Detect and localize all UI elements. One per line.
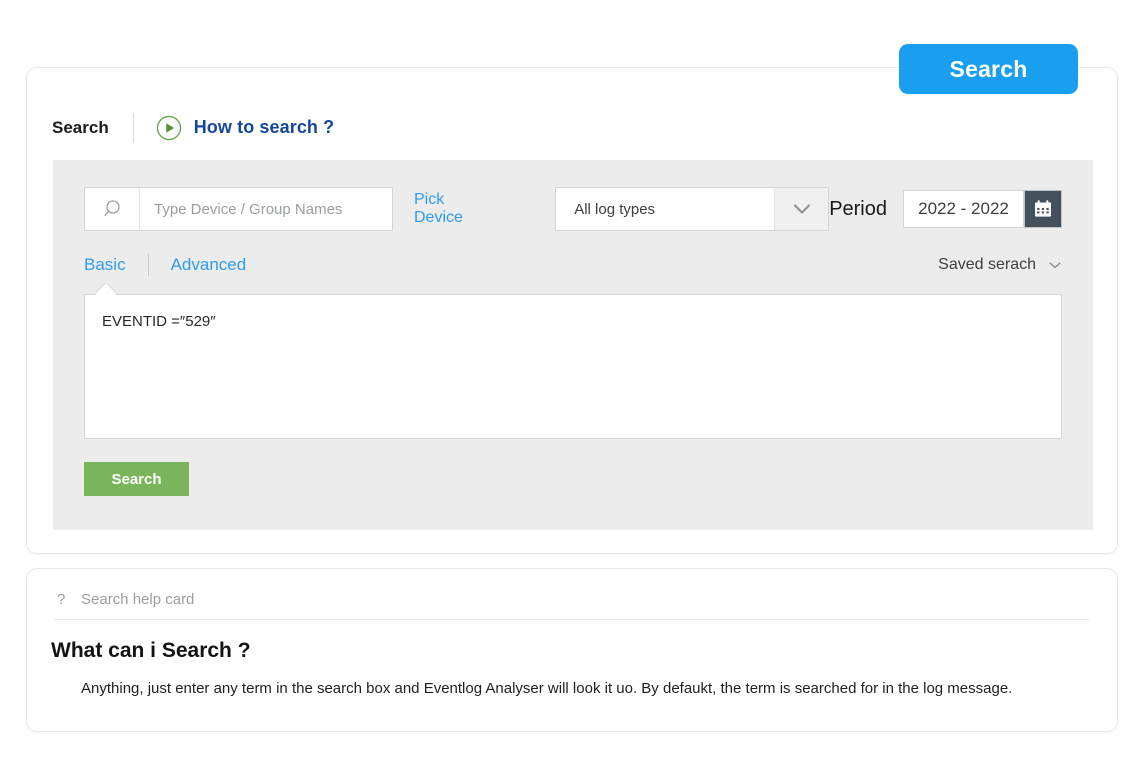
tab-pointer-notch [96,283,120,295]
pick-device-link[interactable]: Pick Device [414,191,470,227]
floating-search-button[interactable]: Search [899,44,1078,94]
help-card-body: Anything, just enter any term in the sea… [81,680,1117,697]
log-type-selected-value: All log types [556,188,774,230]
search-mode-tabs: Basic Advanced Saved serach [53,242,1093,287]
magnifier-icon [85,188,140,230]
how-to-search-label: How to search ? [194,117,335,138]
submit-search-button-label: Search [111,471,161,488]
search-card: Search How to search ? [26,67,1118,554]
period-selector: Period 2022 - 2022 [829,190,1062,228]
tab-advanced[interactable]: Advanced [171,255,247,275]
saved-search-dropdown[interactable]: Saved serach [938,256,1062,274]
query-area-wrapper: EVENTID =″529″ [84,294,1062,439]
device-search-box[interactable] [84,187,393,231]
page-title: Search [52,118,109,138]
floating-search-button-label: Search [950,56,1028,83]
help-card-title: What can i Search ? [51,639,1117,663]
period-label: Period [829,198,887,221]
submit-search-button[interactable]: Search [84,462,189,496]
chevron-down-icon [1048,260,1062,270]
help-card-divider [54,619,1089,620]
period-value[interactable]: 2022 - 2022 [903,190,1024,228]
search-help-card: ? Search help card What can i Search ? A… [26,568,1118,732]
query-input[interactable]: EVENTID =″529″ [84,294,1062,439]
log-type-dropdown[interactable]: All log types [555,187,829,231]
filter-panel: Pick Device All log types Period 2022 - … [53,160,1093,530]
question-mark-icon: ? [57,591,81,608]
help-card-header: ? Search help card [27,569,1117,608]
chevron-down-icon[interactable] [774,188,828,230]
tab-basic[interactable]: Basic [84,255,126,275]
play-circle-icon [156,115,182,141]
help-card-header-label: Search help card [81,591,194,608]
calendar-icon[interactable] [1024,190,1062,228]
how-to-search-link[interactable]: How to search ? [156,115,335,141]
card-header: Search How to search ? [27,100,1117,155]
tab-divider [148,254,149,276]
filter-row: Pick Device All log types Period 2022 - … [53,186,1093,232]
device-search-input[interactable] [140,188,392,230]
saved-search-label: Saved serach [938,256,1036,274]
header-divider [133,113,134,143]
